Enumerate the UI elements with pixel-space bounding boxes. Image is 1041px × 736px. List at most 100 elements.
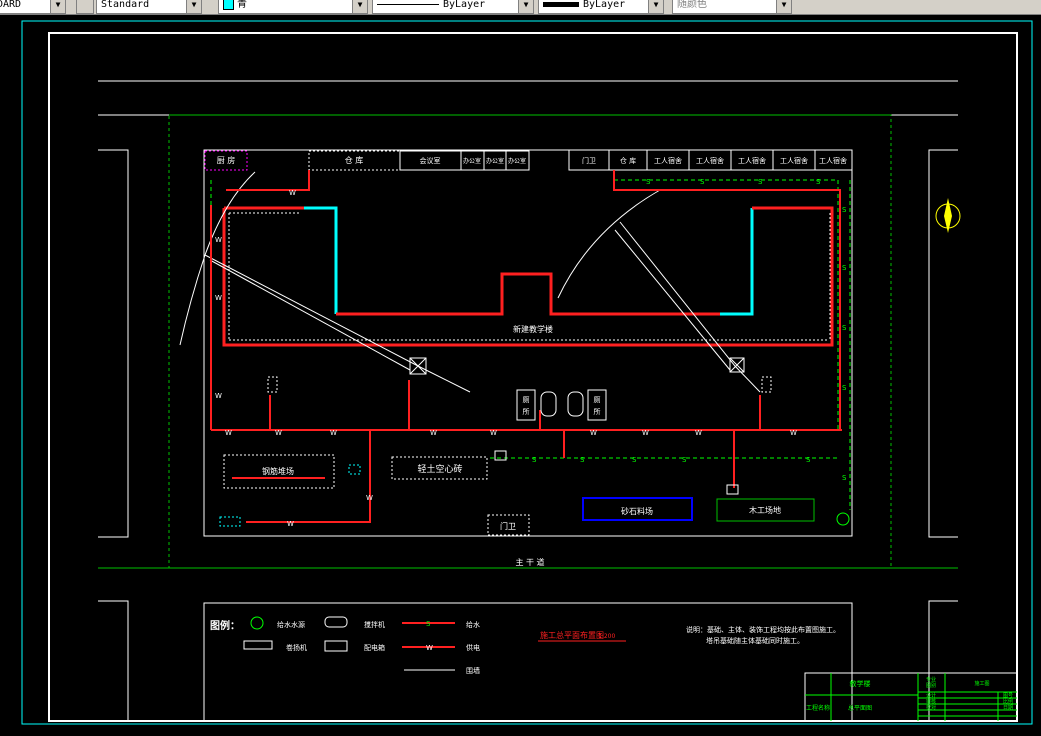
svg-text:W: W — [330, 429, 337, 437]
svg-text:专业: 专业 — [926, 676, 936, 683]
line-sample-icon — [543, 1, 579, 7]
toilet-label: 厕 — [594, 396, 601, 404]
svg-text:W: W — [695, 429, 702, 437]
svg-text:W: W — [426, 644, 433, 652]
svg-text:W: W — [215, 236, 222, 244]
svg-text:S: S — [842, 384, 847, 392]
north-arrow-icon — [935, 198, 961, 233]
text-style-dropdown[interactable]: Standard ▼ — [96, 0, 202, 14]
mixer-icon — [324, 616, 348, 628]
chevron-down-icon[interactable]: ▼ — [352, 0, 367, 13]
room-label: 办公室 — [508, 157, 526, 165]
lineweight-dropdown[interactable]: ByLayer ▼ — [538, 0, 664, 14]
gate-label: 门卫 — [500, 521, 516, 531]
svg-text:S: S — [758, 178, 763, 186]
room-label: 会议室 — [420, 156, 441, 165]
text-style-value: Standard — [101, 0, 150, 10]
svg-text:W: W — [215, 294, 222, 302]
svg-text:W: W — [287, 520, 294, 528]
svg-text:S: S — [646, 178, 651, 186]
chevron-down-icon[interactable]: ▼ — [50, 0, 65, 13]
road-label: 主 干 道 — [515, 557, 544, 567]
toilet-label: 所 — [523, 407, 530, 416]
room-label: 厨 房 — [217, 155, 236, 165]
sand-yard-label: 砂石料场 — [621, 506, 653, 516]
room-label: 工人宿舍 — [780, 156, 808, 165]
legend-title: 图例： — [210, 619, 240, 632]
room-label: 工人宿舍 — [738, 156, 766, 165]
site-plan-drawing: 厨 房 仓 库 会议室 办公室 办公室 办公室 门卫 仓 库 工人宿舍 工人宿舍… — [21, 20, 1033, 725]
svg-text:S: S — [426, 620, 431, 628]
drawing-canvas[interactable]: 厨 房 仓 库 会议室 办公室 办公室 办公室 门卫 仓 库 工人宿舍 工人宿舍… — [0, 15, 1041, 732]
line-sample-icon — [377, 3, 439, 5]
toilet-label: 所 — [594, 407, 601, 416]
svg-text:图别: 图别 — [926, 682, 936, 689]
chevron-down-icon[interactable]: ▼ — [776, 0, 791, 13]
plan-scale: 1:200 — [598, 633, 615, 640]
wood-yard-label: 木工场地 — [749, 505, 781, 515]
svg-text:校对: 校对 — [926, 704, 936, 711]
svg-text:总平面图: 总平面图 — [848, 704, 872, 712]
svg-text:S: S — [700, 178, 705, 186]
svg-text:S: S — [632, 456, 637, 464]
svg-text:W: W — [215, 392, 222, 400]
room-label: 仓 库 — [620, 156, 636, 165]
rooms-right: 门卫 仓 库 工人宿舍 工人宿舍 工人宿舍 工人宿舍 工人宿舍 — [568, 149, 853, 171]
room-label: 仓 库 — [345, 155, 364, 165]
svg-text:比例: 比例 — [1003, 698, 1013, 705]
svg-text:审核: 审核 — [926, 698, 936, 705]
svg-text:W: W — [225, 429, 232, 437]
color-swatch-icon — [223, 0, 234, 10]
svg-text:S: S — [816, 178, 821, 186]
svg-text:工程名称: 工程名称 — [806, 704, 830, 712]
legend-label: 给水 — [466, 620, 480, 629]
rooms-left: 厨 房 仓 库 会议室 办公室 办公室 办公室 — [204, 150, 530, 171]
notes-line: 说明：基础、主体、装饰工程均按此布置图施工。 — [686, 625, 840, 634]
tower-crane — [179, 171, 761, 393]
chevron-down-icon[interactable]: ▼ — [648, 0, 663, 13]
svg-text:W: W — [590, 429, 597, 437]
legend-label: 围墙 — [466, 666, 480, 675]
chevron-down-icon[interactable]: ▼ — [186, 0, 201, 13]
linetype-value: ByLayer — [443, 0, 486, 10]
outer-frame — [21, 20, 1033, 725]
sewer-marks: S S S S S S S S S S S S S S — [532, 178, 847, 482]
svg-text:S: S — [842, 206, 847, 214]
svg-text:S: S — [580, 456, 585, 464]
plot-style-value: 随颜色 — [677, 0, 707, 10]
layer-dropdown[interactable]: DARD ▼ — [0, 0, 66, 14]
svg-text:施工图: 施工图 — [974, 680, 989, 687]
svg-text:W: W — [790, 429, 797, 437]
legend-label: 供电 — [466, 643, 480, 652]
room-label: 工人宿舍 — [696, 156, 724, 165]
svg-text:S: S — [842, 264, 847, 272]
svg-text:S: S — [842, 324, 847, 332]
block-yard-label: 轻土空心砖 — [417, 463, 462, 475]
room-label: 办公室 — [463, 157, 481, 165]
linetype-dropdown[interactable]: ByLayer ▼ — [372, 0, 534, 14]
layer-value: DARD — [0, 0, 22, 10]
color-dropdown[interactable]: 青 ▼ — [218, 0, 368, 14]
steel-yard-label: 钢筋堆场 — [262, 466, 294, 476]
switchbox-icon — [324, 640, 348, 652]
svg-text:W: W — [366, 494, 373, 502]
legend-label: 搅拌机 — [364, 620, 385, 629]
toilet-label: 厕 — [523, 396, 530, 404]
building-label: 新建教学楼 — [513, 324, 553, 334]
chevron-down-icon[interactable]: ▼ — [518, 0, 533, 13]
legend-label: 配电箱 — [364, 643, 385, 652]
svg-text:S: S — [842, 474, 847, 482]
svg-text:S: S — [806, 456, 811, 464]
room-label: 办公室 — [486, 157, 504, 165]
text-style-icon[interactable] — [76, 0, 94, 14]
svg-text:S: S — [682, 456, 687, 464]
svg-text:W: W — [289, 189, 296, 197]
svg-text:日期: 日期 — [1003, 705, 1013, 711]
svg-text:设计: 设计 — [926, 692, 936, 699]
room-label: 工人宿舍 — [654, 156, 682, 165]
hoist-icon — [243, 640, 273, 650]
plot-style-dropdown[interactable]: 随颜色 ▼ — [672, 0, 792, 14]
svg-text:W: W — [275, 429, 282, 437]
legend-label: 给水水源 — [277, 620, 305, 629]
lineweight-value: ByLayer — [583, 0, 626, 10]
